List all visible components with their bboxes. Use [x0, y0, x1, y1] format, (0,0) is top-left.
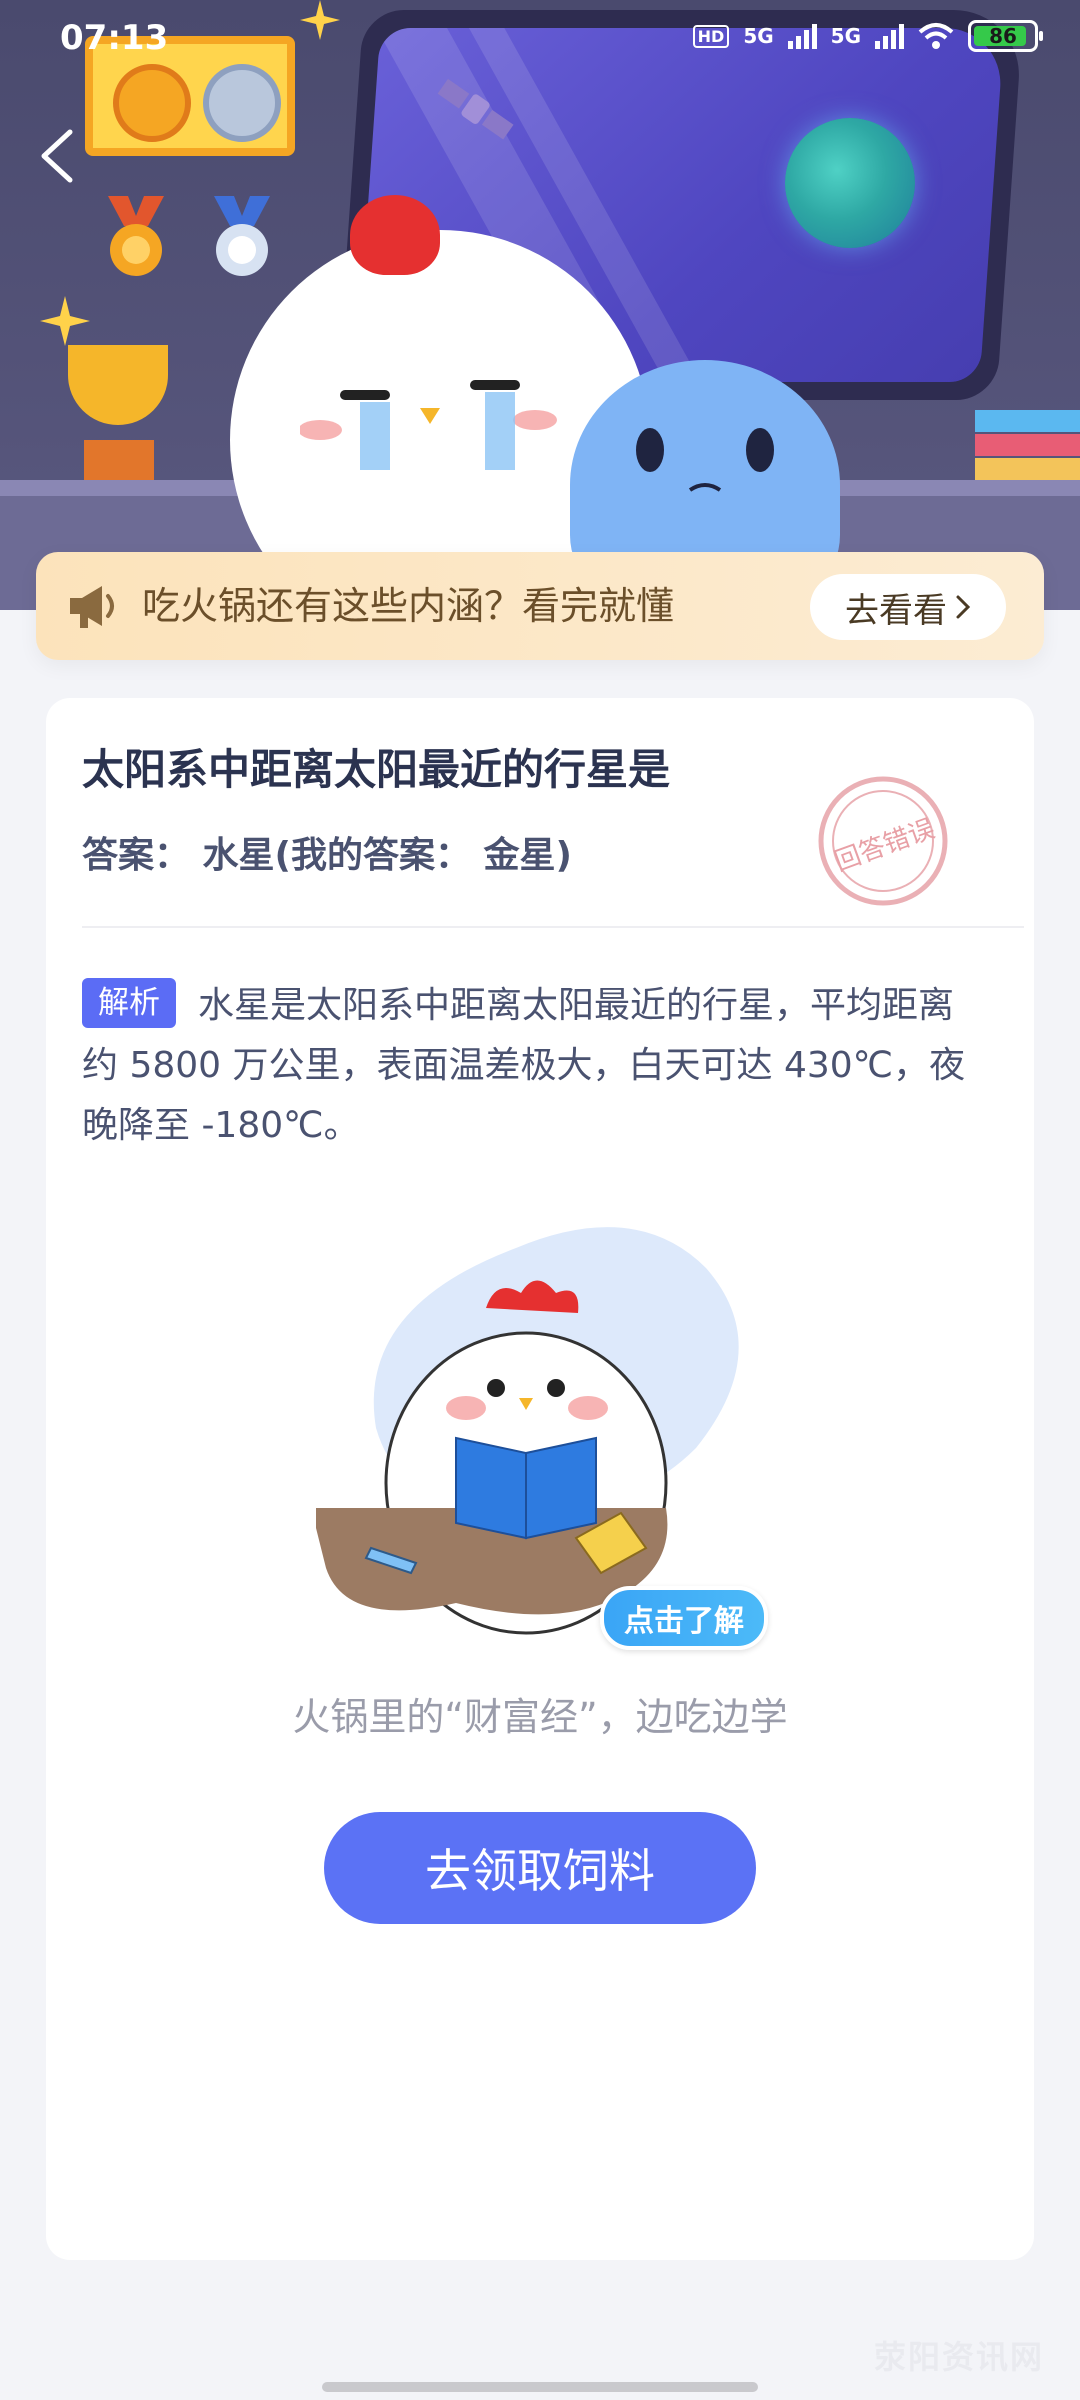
earth-icon [785, 118, 915, 248]
claim-feed-button[interactable]: 去领取饲料 [324, 1812, 756, 1924]
watermark: 荥阳资讯网 [873, 2338, 1044, 2376]
chick-face [300, 380, 557, 470]
stamp-text: 回答错误 [831, 814, 939, 878]
hero-illustration: 07:13 HD 5G 5G 86 [0, 0, 1080, 610]
status-time: 07:13 [60, 18, 169, 58]
medal-blue-icon [214, 196, 270, 276]
signal-icon [875, 23, 904, 49]
answer-line: 答案： 水星(我的答案： 金星) [82, 835, 572, 876]
promo-caption: 火锅里的“财富经”，边吃边学 [292, 1695, 788, 1739]
go-see-button[interactable]: 去看看 [810, 574, 1006, 640]
go-see-label: 去看看 [845, 590, 947, 631]
satellite-icon [437, 78, 514, 140]
sparkle-icon [40, 296, 90, 346]
notice-text: 吃火锅还有这些内涵？看完就懂 [142, 584, 675, 628]
network-label-1: 5G [743, 24, 774, 48]
network-label-2: 5G [830, 24, 861, 48]
learn-more-badge[interactable]: 点击了解 [600, 1586, 768, 1650]
books-icon [975, 400, 1080, 490]
alien-face [636, 428, 774, 492]
trophy-icon [68, 345, 168, 425]
sparkle-icon [300, 0, 340, 40]
megaphone-icon [70, 586, 114, 628]
notice-banner[interactable]: 吃火锅还有这些内涵？看完就懂 去看看 [36, 552, 1044, 660]
home-indicator[interactable] [322, 2382, 758, 2392]
back-icon[interactable] [36, 128, 80, 184]
explanation: 解析 水星是太阳系中距离太阳最近的行星，平均距离约 5800 万公里，表面温差极大… [82, 976, 982, 1156]
chick-reading-illustration[interactable] [316, 1208, 816, 1648]
explanation-tag: 解析 [82, 978, 176, 1028]
status-icons: HD 5G 5G 86 [692, 20, 1043, 52]
hd-icon: HD [692, 24, 730, 48]
question-title: 太阳系中距离太阳最近的行星是 [82, 745, 671, 794]
wifi-icon [918, 23, 954, 49]
wrong-answer-stamp: 回答错误 [818, 776, 948, 906]
answer-card: 太阳系中距离太阳最近的行星是 答案： 水星(我的答案： 金星) 回答错误 解析水… [46, 698, 1034, 2260]
battery-icon: 86 [968, 20, 1043, 52]
signal-icon [787, 23, 817, 49]
divider [82, 926, 1024, 928]
chevron-right-icon [956, 595, 971, 619]
medal-orange-icon [108, 196, 164, 276]
explanation-text: 水星是太阳系中距离太阳最近的行星，平均距离约 5800 万公里，表面温差极大，白… [82, 985, 966, 1146]
